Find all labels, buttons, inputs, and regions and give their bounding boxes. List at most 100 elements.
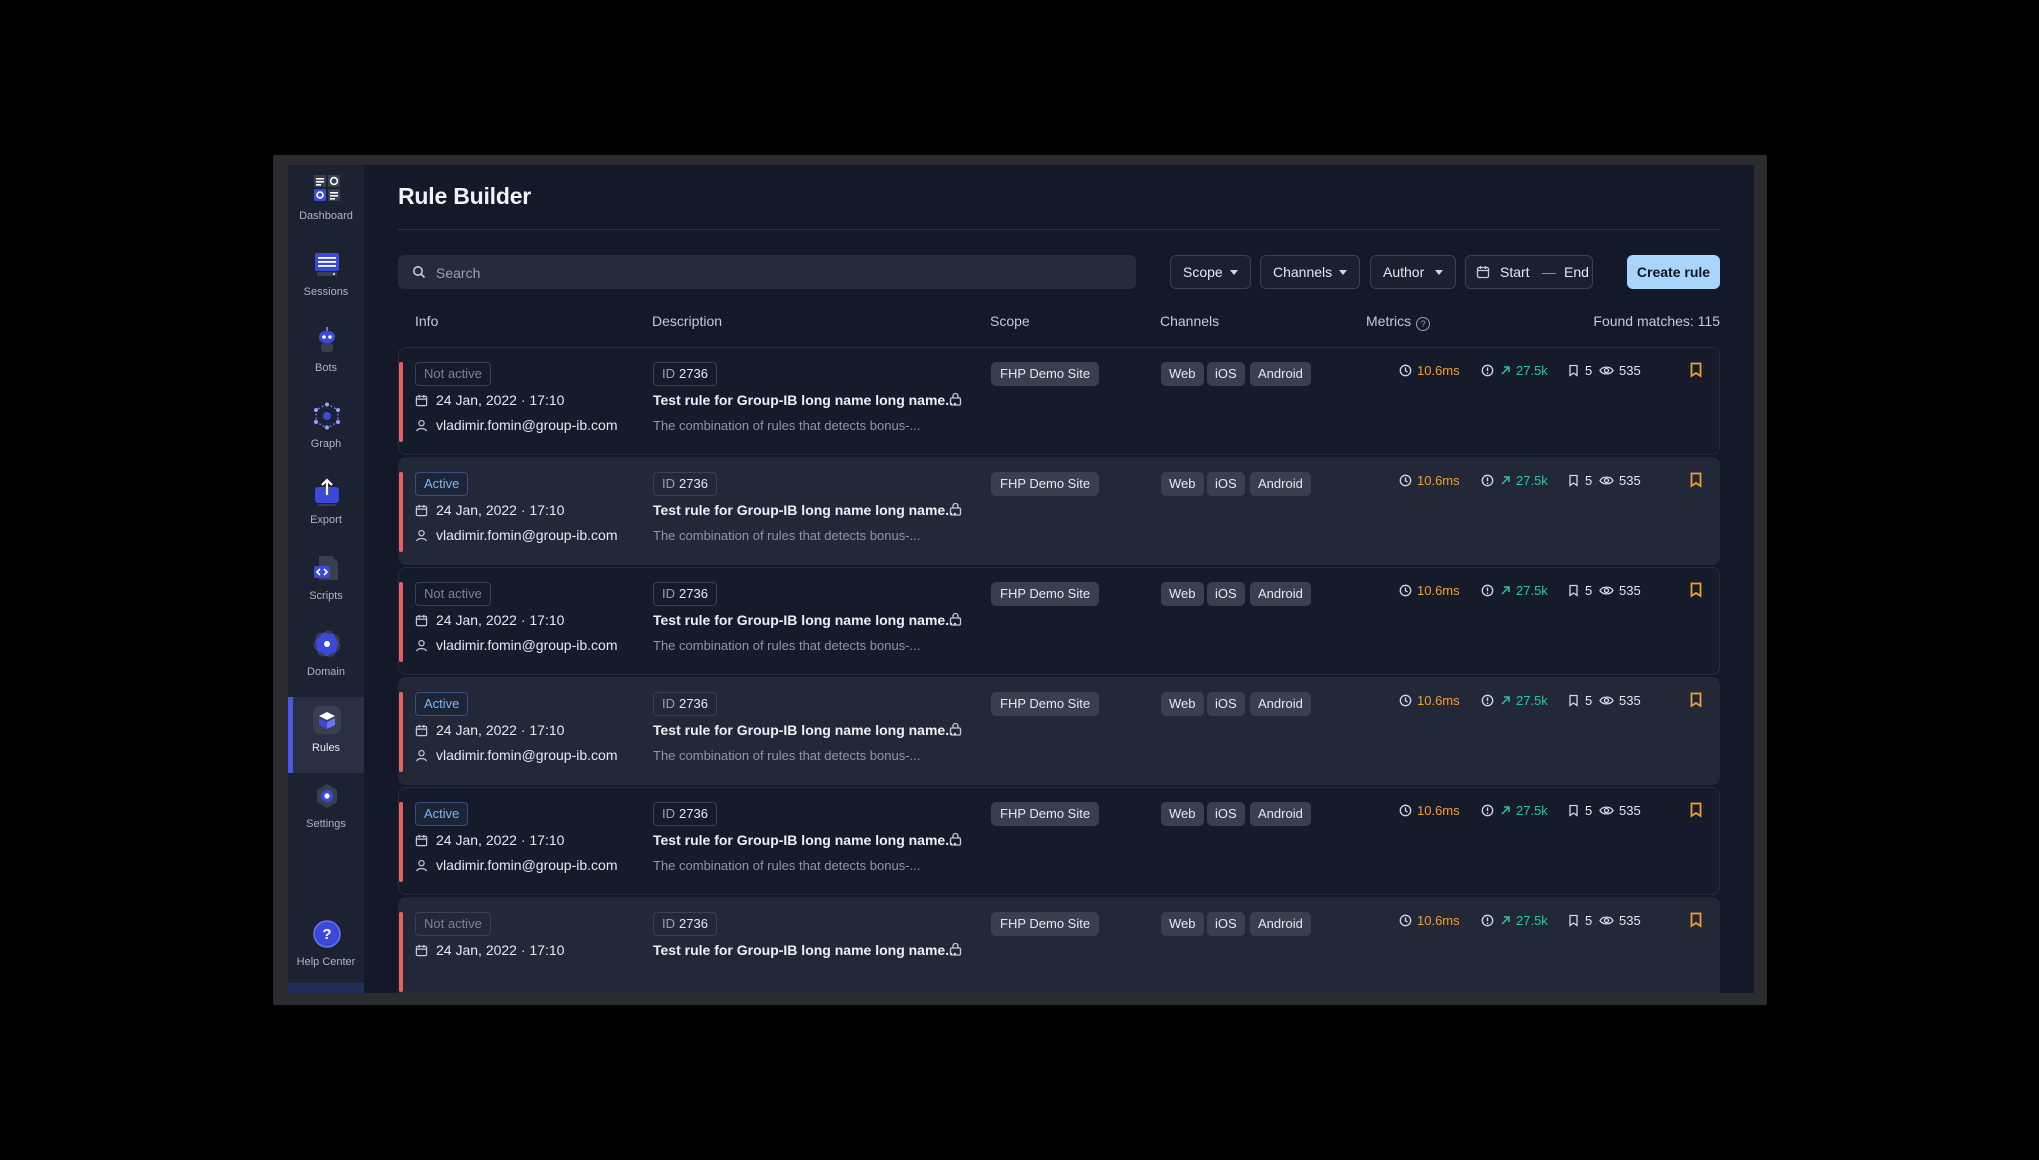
create-rule-button[interactable]: Create rule — [1627, 255, 1720, 289]
rule-id-value: 2736 — [679, 586, 708, 601]
column-header-metrics-label: Metrics — [1366, 313, 1412, 329]
metric-views-value: 535 — [1619, 473, 1641, 488]
rule-description: The combination of rules that detects bo… — [653, 748, 921, 763]
rule-id-badge: ID 2736 — [653, 912, 717, 936]
sidebar-item-domain[interactable]: Domain — [288, 621, 364, 697]
metric-alerts: 27.5k — [1481, 692, 1548, 710]
metric-response-time: 10.6ms — [1399, 912, 1460, 930]
rule-date: 24 Jan, 2022 · 17:10 — [415, 612, 564, 628]
scope-filter-dropdown[interactable]: Scope — [1170, 255, 1251, 289]
metric-response-time: 10.6ms — [1399, 692, 1460, 710]
rule-name[interactable]: Test rule for Group-IB long name long na… — [653, 612, 957, 628]
table-row[interactable]: Not active 24 Jan, 2022 · 17:10 vladimir… — [398, 347, 1720, 455]
rule-id-badge: ID 2736 — [653, 582, 717, 606]
rule-id-value: 2736 — [679, 366, 708, 381]
arrow-up-right-icon — [1501, 916, 1510, 925]
arrow-up-right-icon — [1501, 586, 1510, 595]
status-label: Not active — [424, 916, 482, 931]
help-circle-icon[interactable]: ? — [1416, 317, 1431, 331]
search-box — [398, 255, 1136, 291]
search-input[interactable] — [434, 255, 1128, 291]
arrow-up-right-icon — [1501, 366, 1510, 375]
sidebar-item-bots[interactable]: Bots — [288, 317, 364, 393]
calendar-icon — [415, 944, 428, 957]
sidebar-item-help-center[interactable]: ? Help Center — [288, 911, 364, 987]
rule-date-text: 24 Jan, 2022 · 17:10 — [436, 722, 565, 738]
table-row[interactable]: Not active 24 Jan, 2022 · 17:10 ID 2736 T… — [398, 897, 1720, 993]
sidebar-item-sessions[interactable]: Sessions — [288, 241, 364, 317]
table-row[interactable]: Active 24 Jan, 2022 · 17:10 vladimir.fom… — [398, 787, 1720, 895]
channels-filter-dropdown[interactable]: Channels — [1260, 255, 1360, 289]
column-header-info: Info — [415, 313, 439, 329]
table-row[interactable]: Active 24 Jan, 2022 · 17:10 vladimir.fom… — [398, 457, 1720, 565]
scope-filter-label: Scope — [1183, 264, 1223, 280]
bookmark-toggle-icon[interactable] — [1689, 912, 1703, 928]
rule-name[interactable]: Test rule for Group-IB long name long na… — [653, 942, 957, 958]
arrow-up-right-icon — [1501, 806, 1510, 815]
status-label: Active — [424, 806, 460, 821]
alert-circle-icon — [1481, 474, 1494, 487]
rule-name[interactable]: Test rule for Group-IB long name long na… — [653, 722, 957, 738]
bookmark-icon — [1569, 364, 1578, 377]
rule-id-value: 2736 — [679, 916, 708, 931]
status-badge: Not active — [415, 582, 491, 606]
metric-views: 535 — [1599, 582, 1641, 600]
table-row[interactable]: Not active 24 Jan, 2022 · 17:10 vladimir… — [398, 567, 1720, 675]
table-row[interactable]: Active 24 Jan, 2022 · 17:10 vladimir.fom… — [398, 677, 1720, 785]
sidebar-item-label: Bots — [314, 362, 337, 374]
sidebar-item-dashboard[interactable]: Dashboard — [288, 165, 364, 241]
help-icon: ? — [313, 920, 341, 948]
status-indicator-bar — [399, 472, 403, 552]
bookmark-toggle-icon[interactable] — [1689, 362, 1703, 378]
channel-badge-web: Web — [1161, 362, 1204, 386]
rule-name[interactable]: Test rule for Group-IB long name long na… — [653, 392, 957, 408]
channel-badge-ios: iOS — [1207, 692, 1245, 716]
rule-description: The combination of rules that detects bo… — [653, 858, 921, 873]
rule-id-label: ID — [662, 366, 675, 381]
metric-bookmarks: 5 — [1567, 802, 1592, 820]
status-label: Not active — [424, 366, 482, 381]
user-icon — [416, 859, 427, 872]
sidebar-item-graph[interactable]: Graph — [288, 393, 364, 469]
status-indicator-bar — [399, 362, 403, 442]
sidebar-item-scripts[interactable]: Scripts — [288, 545, 364, 621]
alert-circle-icon — [1481, 914, 1494, 927]
rule-name[interactable]: Test rule for Group-IB long name long na… — [653, 832, 957, 848]
metric-alerts: 27.5k — [1481, 802, 1548, 820]
status-label: Not active — [424, 586, 482, 601]
status-label: Active — [424, 476, 460, 491]
rule-id-label: ID — [662, 806, 675, 821]
rule-date-text: 24 Jan, 2022 · 17:10 — [436, 502, 565, 518]
table-header: Info Description Scope Channels Metrics?… — [398, 313, 1720, 333]
bookmark-toggle-icon[interactable] — [1689, 802, 1703, 818]
status-indicator-bar — [399, 582, 403, 662]
channel-badge-android: Android — [1250, 582, 1311, 606]
chevron-down-icon — [1339, 270, 1347, 275]
metric-bookmarks-value: 5 — [1585, 803, 1593, 818]
bookmark-icon — [1569, 804, 1578, 817]
channel-badge-ios: iOS — [1207, 582, 1245, 606]
user-icon — [416, 529, 427, 542]
rule-date: 24 Jan, 2022 · 17:10 — [415, 832, 564, 848]
status-badge: Not active — [415, 912, 491, 936]
date-range-picker[interactable]: Start — End — [1465, 255, 1593, 289]
rule-name[interactable]: Test rule for Group-IB long name long na… — [653, 502, 957, 518]
bookmark-icon — [1569, 914, 1578, 927]
lock-icon — [949, 832, 962, 846]
author-filter-label: Author — [1383, 264, 1425, 280]
sidebar-item-export[interactable]: Export — [288, 469, 364, 545]
status-badge: Active — [415, 802, 469, 826]
bookmark-toggle-icon[interactable] — [1689, 582, 1703, 598]
domain-icon — [313, 630, 341, 658]
metric-response-time-value: 10.6ms — [1417, 583, 1460, 598]
channel-badge-ios: iOS — [1207, 802, 1245, 826]
eye-icon — [1599, 916, 1614, 925]
sidebar-item-rules[interactable]: Rules — [288, 697, 364, 773]
bookmark-toggle-icon[interactable] — [1689, 692, 1703, 708]
calendar-icon — [415, 724, 428, 737]
sidebar-item-settings[interactable]: Settings — [288, 773, 364, 849]
author-filter-dropdown[interactable]: Author — [1370, 255, 1456, 289]
alert-circle-icon — [1481, 364, 1494, 377]
main-content: Rule Builder Scope Channels Author — [398, 165, 1720, 993]
bookmark-toggle-icon[interactable] — [1689, 472, 1703, 488]
